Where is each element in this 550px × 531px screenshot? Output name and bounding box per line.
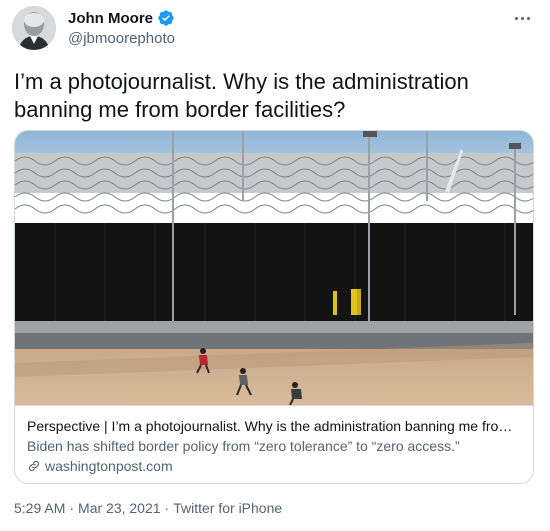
footer-separator: · — [69, 500, 75, 516]
link-icon — [28, 460, 40, 472]
verified-badge-icon — [158, 10, 174, 26]
tweet-text: I’m a photojournalist. Why is the admini… — [14, 69, 469, 122]
tweet: John Moore @jbmoorephoto I’m a photojour… — [0, 0, 550, 531]
avatar[interactable] — [12, 6, 56, 50]
author-info: John Moore @jbmoorephoto — [68, 8, 175, 48]
tweet-source[interactable]: Twitter for iPhone — [173, 500, 282, 516]
tweet-footer: 5:29 AM · Mar 23, 2021 · Twitter for iPh… — [14, 500, 282, 516]
author-name[interactable]: John Moore — [68, 10, 153, 27]
author-handle[interactable]: @jbmoorephoto — [68, 30, 175, 47]
link-card[interactable]: Perspective | I’m a photojournalist. Why… — [14, 130, 534, 484]
card-title: Perspective | I’m a photojournalist. Why… — [27, 418, 521, 434]
card-domain: washingtonpost.com — [45, 458, 173, 474]
more-options-icon[interactable] — [508, 8, 536, 28]
tweet-time[interactable]: 5:29 AM — [14, 500, 65, 516]
footer-separator: · — [164, 500, 170, 516]
avatar-photo — [12, 6, 56, 50]
tweet-date[interactable]: Mar 23, 2021 — [78, 500, 161, 516]
card-meta: Perspective | I’m a photojournalist. Why… — [15, 405, 533, 483]
card-domain-row: washingtonpost.com — [27, 456, 521, 476]
card-description: Biden has shifted border policy from “ze… — [27, 438, 460, 454]
card-image — [15, 131, 533, 405]
